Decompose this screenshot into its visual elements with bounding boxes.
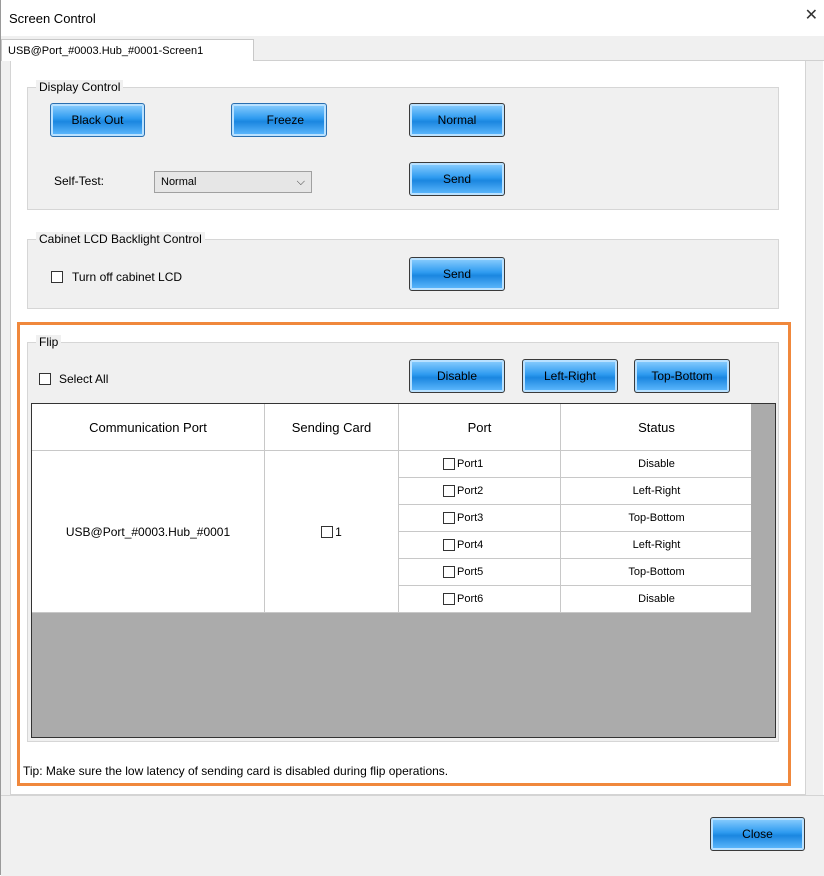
backlight-send-button[interactable]: Send (409, 257, 505, 291)
title-bar: Screen Control ✕ (1, 0, 824, 36)
table-header-row: Communication Port Sending Card Port Sta… (32, 404, 753, 451)
port-checkbox[interactable] (443, 539, 455, 552)
port-checkbox[interactable] (443, 485, 455, 498)
tab-screen1[interactable]: USB@Port_#0003.Hub_#0001-Screen1 (1, 39, 254, 61)
port-label: Port4 (457, 538, 484, 551)
black-out-button[interactable]: Black Out (50, 103, 145, 137)
flip-legend: Flip (36, 335, 62, 349)
self-test-send-button[interactable]: Send (409, 162, 505, 196)
status-cell: Top-Bottom (560, 504, 753, 532)
sending-card-checkbox[interactable] (321, 526, 334, 539)
port-checkbox[interactable] (443, 458, 455, 471)
flip-table: Communication Port Sending Card Port Sta… (32, 404, 753, 613)
chevron-down-icon: ⌵ (296, 176, 305, 188)
status-cell: Left-Right (560, 531, 753, 559)
table-scrollbar[interactable] (751, 404, 775, 737)
port-checkbox[interactable] (443, 512, 455, 525)
select-all-label: Select All (59, 372, 109, 386)
turn-off-lcd-label: Turn off cabinet LCD (72, 270, 183, 284)
port-cell: Port4 (398, 531, 561, 559)
port-cell: Port3 (398, 504, 561, 532)
sending-card-label: 1 (335, 524, 342, 539)
status-cell: Disable (560, 450, 753, 478)
normal-button[interactable]: Normal (409, 103, 505, 137)
self-test-value: Normal (161, 176, 197, 188)
status-cell: Top-Bottom (560, 558, 753, 586)
turn-off-lcd-checkbox[interactable] (51, 271, 63, 283)
port-cell: Port5 (398, 558, 561, 586)
self-test-select[interactable]: Normal ⌵ (154, 171, 312, 193)
flip-top-bottom-button[interactable]: Top-Bottom (634, 359, 730, 393)
port-cell: Port1 (398, 450, 561, 478)
column-header-sending-card: Sending Card (264, 404, 399, 451)
port-label: Port2 (457, 484, 484, 497)
tab-strip: USB@Port_#0003.Hub_#0001-Screen1 (1, 36, 824, 61)
dialog-footer (1, 795, 824, 876)
self-test-label: Self-Test: (54, 174, 105, 188)
port-cell: Port2 (398, 477, 561, 505)
column-header-port: Port (398, 404, 561, 451)
port-checkbox[interactable] (443, 566, 455, 579)
window-title: Screen Control (9, 11, 96, 26)
flip-disable-button[interactable]: Disable (409, 359, 505, 393)
port-cell: Port6 (398, 585, 561, 613)
screen-control-window: Screen Control ✕ USB@Port_#0003.Hub_#000… (0, 0, 824, 876)
port-label: Port3 (457, 511, 484, 524)
port-label: Port5 (457, 565, 484, 578)
port-checkbox[interactable] (443, 593, 455, 606)
column-header-status: Status (560, 404, 753, 451)
flip-tip-text: Tip: Make sure the low latency of sendin… (23, 764, 449, 778)
table-row: USB@Port_#0003.Hub_#0001 1 Port1 Disable (32, 450, 753, 613)
status-cell: Disable (560, 585, 753, 613)
flip-left-right-button[interactable]: Left-Right (522, 359, 618, 393)
column-header-communication-port: Communication Port (32, 404, 265, 451)
select-all-checkbox[interactable] (39, 373, 51, 385)
status-cell: Left-Right (560, 477, 753, 505)
flip-table-grid: Communication Port Sending Card Port Sta… (31, 403, 776, 738)
freeze-button[interactable]: Freeze (231, 103, 327, 137)
display-control-legend: Display Control (36, 80, 124, 94)
sending-card-cell: 1 (264, 450, 399, 613)
communication-port-cell: USB@Port_#0003.Hub_#0001 (32, 450, 265, 613)
port-label: Port1 (457, 457, 484, 470)
port-label: Port6 (457, 592, 484, 605)
close-icon[interactable]: ✕ (805, 8, 818, 24)
backlight-control-legend: Cabinet LCD Backlight Control (36, 232, 205, 246)
close-button[interactable]: Close (710, 817, 805, 851)
